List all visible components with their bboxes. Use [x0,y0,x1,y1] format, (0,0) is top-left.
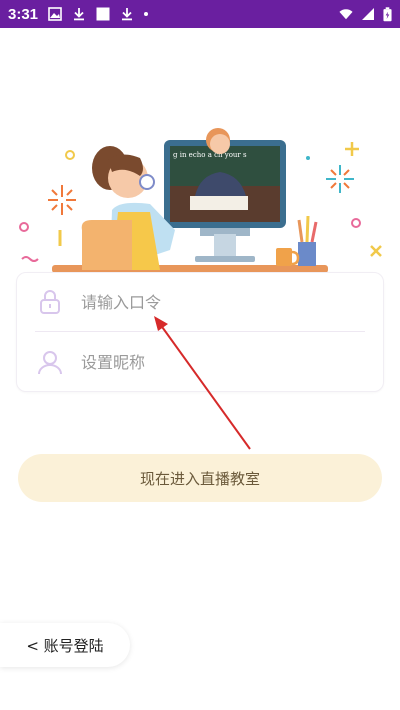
nickname-input[interactable] [81,352,341,372]
download-icon [74,8,85,21]
student [81,146,175,270]
pencil-cup [297,215,318,266]
password-input[interactable] [81,292,341,312]
blackboard-text: g in echo a ch your s [173,151,247,159]
wifi-icon [339,9,353,20]
enter-classroom-button[interactable]: 现在进入直播教室 [18,454,382,502]
nickname-row[interactable] [17,333,383,391]
image-icon [48,7,62,21]
account-login-button[interactable]: < 账号登陆 [0,623,130,667]
form-divider [35,331,365,332]
user-icon [35,347,65,377]
battery-icon [383,6,392,21]
status-time: 3:31 [8,5,39,23]
mug [276,248,300,266]
login-form-card [16,272,384,392]
status-bar: 3:31 [0,0,400,28]
monitor: g in echo a ch your s [164,128,286,262]
dot-icon [144,12,149,16]
online-class-illustration: g in echo a ch your s [19,128,382,273]
square-icon [96,7,110,21]
password-row[interactable] [17,273,383,331]
download-icon [122,8,133,21]
notification-icons [48,7,149,21]
system-icons [339,6,392,22]
signal-icon [362,8,374,20]
lock-icon [35,287,65,317]
